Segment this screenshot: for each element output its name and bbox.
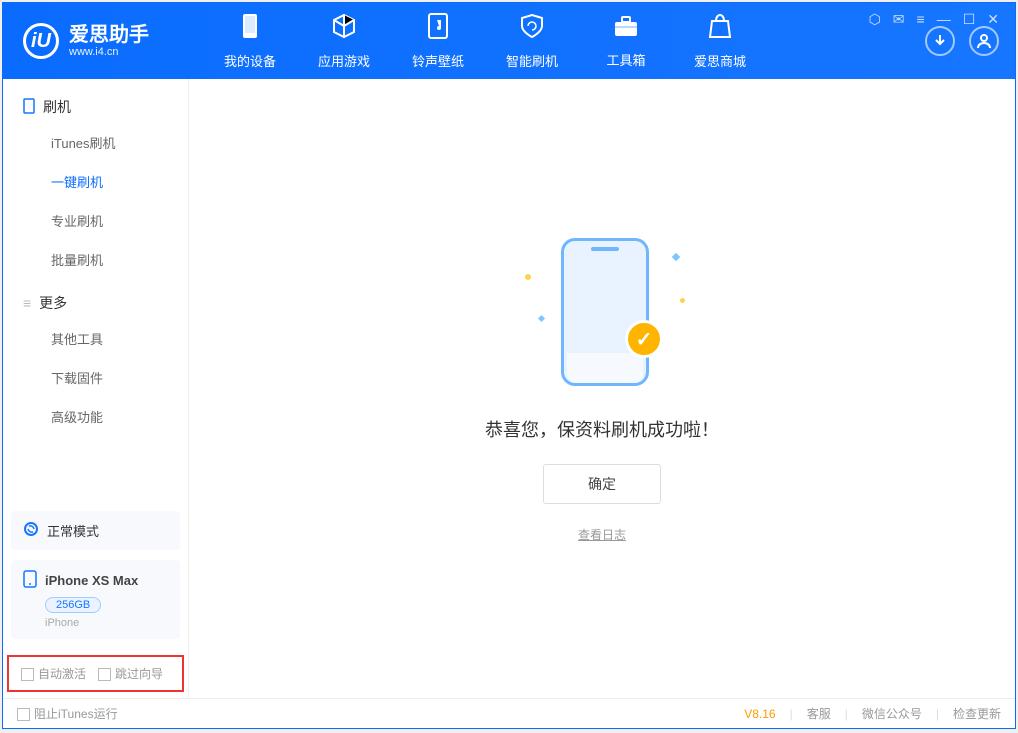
sparkle-icon [680,298,685,303]
phone-illustration-icon [561,238,649,386]
checkbox-icon [17,708,30,721]
check-update-link[interactable]: 检查更新 [953,705,1001,722]
device-info-panel[interactable]: iPhone XS Max 256GB iPhone [11,560,180,639]
wechat-link[interactable]: 微信公众号 [862,705,922,722]
sync-icon [23,521,39,540]
download-button[interactable] [925,26,955,56]
nav-my-device[interactable]: 我的设备 [203,3,297,79]
maximize-icon[interactable]: ☐ [963,11,976,28]
nav-flash[interactable]: 智能刷机 [485,3,579,79]
checkbox-auto-activate[interactable]: 自动激活 [21,665,86,682]
menu-icon[interactable]: ≡ [917,11,925,28]
success-illustration: ✓ [517,234,687,394]
view-log-link[interactable]: 查看日志 [578,526,626,543]
flash-options-row: 自动激活 跳过向导 [7,655,184,692]
logo-icon: iU [23,23,59,59]
sidebar-item-itunes-flash[interactable]: iTunes刷机 [3,123,188,162]
list-icon: ≡ [23,295,31,311]
feedback-icon[interactable]: ✉ [893,11,905,28]
nav-apps-games[interactable]: 应用游戏 [297,3,391,79]
checkbox-skip-guide[interactable]: 跳过向导 [98,665,163,682]
device-type: iPhone [45,617,168,629]
checkbox-stop-itunes[interactable]: 阻止iTunes运行 [17,705,118,722]
close-icon[interactable]: ✕ [987,11,999,28]
app-title: 爱思助手 [69,24,149,46]
bag-icon [708,13,732,45]
device-small-icon [23,98,35,117]
sidebar-group-flash: 刷机 [3,83,188,123]
sidebar-item-download-fw[interactable]: 下载固件 [3,358,188,397]
sparkle-icon [525,274,531,280]
shield-sync-icon [519,13,545,45]
sidebar-item-advanced[interactable]: 高级功能 [3,397,188,436]
ok-button[interactable]: 确定 [543,464,661,504]
sidebar-group-more: ≡ 更多 [3,279,188,319]
minimize-icon[interactable]: — [937,11,951,28]
nav-ringtones[interactable]: 铃声壁纸 [391,3,485,79]
music-icon [426,13,450,45]
device-capacity: 256GB [45,597,101,613]
device-mode-panel[interactable]: 正常模式 [11,511,180,550]
sparkle-icon [538,315,545,322]
user-button[interactable] [969,26,999,56]
checkmark-badge-icon: ✓ [625,320,663,358]
sidebar-item-batch-flash[interactable]: 批量刷机 [3,240,188,279]
app-logo: iU 爱思助手 www.i4.cn [3,23,203,59]
app-subtitle: www.i4.cn [69,46,149,58]
version-label: V8.16 [744,707,775,721]
success-message: 恭喜您，保资料刷机成功啦！ [485,416,719,442]
shirt-icon[interactable]: ⬡ [869,11,881,28]
nav-store[interactable]: 爱思商城 [673,3,767,79]
support-link[interactable]: 客服 [807,705,831,722]
toolbox-icon [613,14,639,44]
device-icon [239,13,261,45]
phone-icon [23,570,37,591]
cube-icon [331,13,357,45]
device-name: iPhone XS Max [45,573,138,588]
checkbox-icon [98,668,111,681]
mode-label: 正常模式 [47,521,99,540]
checkbox-icon [21,668,34,681]
sidebar-item-other-tools[interactable]: 其他工具 [3,319,188,358]
nav-toolbox[interactable]: 工具箱 [579,3,673,79]
sidebar-item-pro-flash[interactable]: 专业刷机 [3,201,188,240]
sidebar-item-oneclick-flash[interactable]: 一键刷机 [3,162,188,201]
sparkle-icon [672,253,680,261]
